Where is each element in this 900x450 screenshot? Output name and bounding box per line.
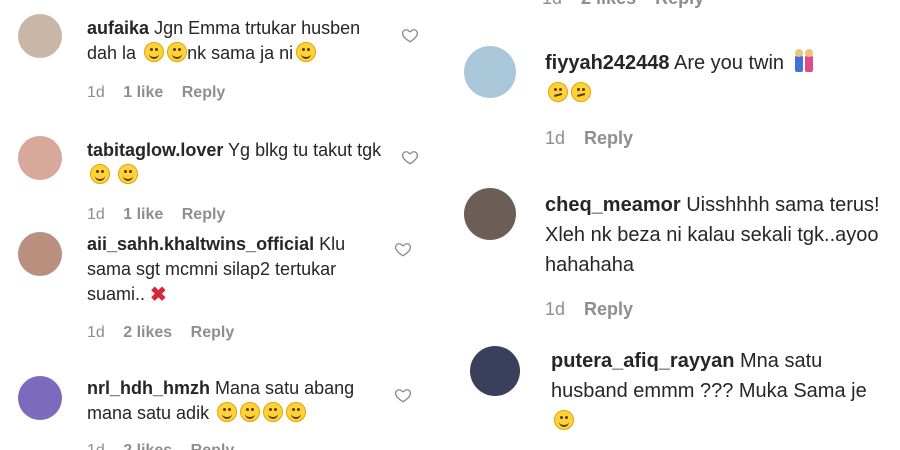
comment-time: 1d <box>545 128 566 148</box>
comment-item: nrl_hdh_hmzh Mana satu abang mana satu a… <box>0 370 440 450</box>
avatar[interactable] <box>464 46 516 98</box>
couple-icon <box>794 49 814 72</box>
reply-button[interactable]: Reply <box>191 324 235 341</box>
username[interactable]: nrl_hdh_hmzh <box>87 378 210 398</box>
grinning-sweat-icon <box>554 410 574 430</box>
comment-item: fiyyah242448 Are you twin 1d Reply <box>444 40 900 160</box>
likes-count[interactable]: 1 like <box>123 206 163 223</box>
right-comments-panel: 1d 2 likes Reply fiyyah242448 Are you tw… <box>444 0 900 450</box>
avatar[interactable] <box>18 136 62 180</box>
comment-item: tabitaglow.lover Yg blkg tu takut tgk 1d… <box>0 118 440 228</box>
comment-time: 1d <box>545 299 566 319</box>
comment-time: 1d <box>87 324 105 341</box>
username[interactable]: cheq_meamor <box>545 194 681 216</box>
username[interactable]: aufaika <box>87 18 149 38</box>
cross-mark-icon: ✖ <box>150 284 167 306</box>
username[interactable]: aii_sahh.khaltwins_official <box>87 234 314 254</box>
comment-item: aii_sahh.khaltwins_official Klu sama sgt… <box>0 228 440 358</box>
comment-time: 1d <box>87 84 105 101</box>
reply-button[interactable]: Reply <box>584 128 633 148</box>
comment-text-continued: nk sama ja ni <box>187 43 294 63</box>
comment-text: Are you twin <box>674 52 785 74</box>
reply-button[interactable]: Reply <box>655 0 704 8</box>
tears-of-joy-icon <box>240 402 261 422</box>
likes-count[interactable]: 2 likes <box>123 324 172 341</box>
comment-time: 1d <box>87 206 105 223</box>
tears-of-joy-icon <box>90 164 110 184</box>
avatar[interactable] <box>470 346 520 396</box>
comment-time: 1d <box>542 0 562 8</box>
tears-of-joy-icon <box>286 402 307 422</box>
tears-of-joy-icon <box>217 402 238 422</box>
avatar[interactable] <box>18 14 62 58</box>
thinking-icon <box>548 82 568 102</box>
comment-item: cheq_meamor Uisshhhh sama terus! Xleh nk… <box>444 182 900 332</box>
avatar[interactable] <box>18 232 62 276</box>
heart-icon[interactable] <box>394 240 412 258</box>
likes-count[interactable]: 1 like <box>123 84 163 101</box>
comment-text: Yg blkg tu takut tgk <box>228 140 382 160</box>
tears-of-joy-icon <box>296 42 317 62</box>
reply-button[interactable]: Reply <box>182 206 226 223</box>
avatar[interactable] <box>464 188 516 240</box>
heart-icon[interactable] <box>401 26 419 44</box>
likes-count[interactable]: 2 likes <box>581 0 636 8</box>
left-comments-panel: aufaika Jgn Emma trtukar husben dah la n… <box>0 0 440 450</box>
comment-item: putera_afiq_rayyan Mna satu husband emmm… <box>444 340 900 450</box>
likes-count[interactable]: 2 likes <box>123 442 172 450</box>
hand-over-mouth-icon <box>167 42 188 62</box>
heart-icon[interactable] <box>401 148 419 166</box>
username[interactable]: fiyyah242448 <box>545 52 670 74</box>
tears-of-joy-icon <box>118 164 139 184</box>
tears-of-joy-icon <box>263 402 284 422</box>
grinning-sweat-icon <box>144 42 165 62</box>
reply-button[interactable]: Reply <box>182 84 226 101</box>
username[interactable]: tabitaglow.lover <box>87 140 223 160</box>
avatar[interactable] <box>18 376 62 420</box>
heart-icon[interactable] <box>394 386 412 404</box>
comment-item: aufaika Jgn Emma trtukar husben dah la n… <box>0 0 440 110</box>
comment-time: 1d <box>87 442 105 450</box>
reply-button[interactable]: Reply <box>191 442 235 450</box>
reply-button[interactable]: Reply <box>584 299 633 319</box>
username[interactable]: putera_afiq_rayyan <box>551 350 734 372</box>
thinking-icon <box>571 82 591 102</box>
